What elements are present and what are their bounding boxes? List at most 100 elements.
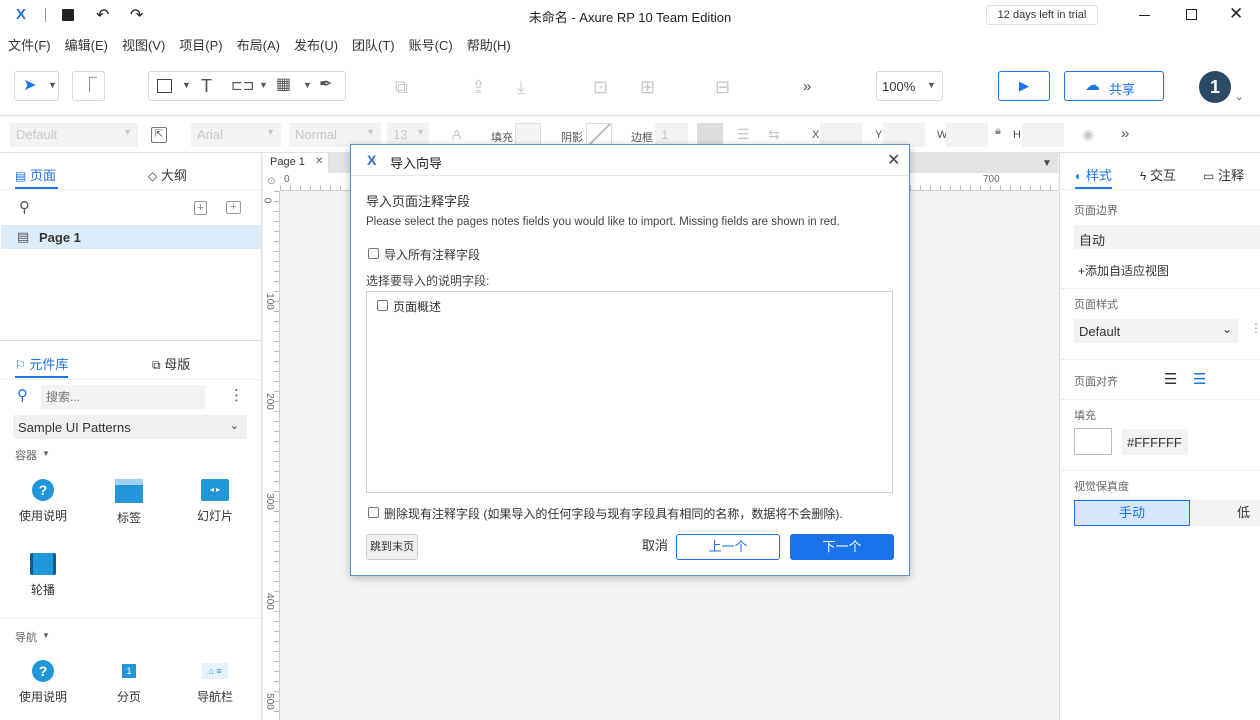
fidelity-manual-button[interactable]: 手动 (1074, 500, 1190, 526)
import-wizard-dialog: X 导入向导 ✕ 导入页面注释字段 Please select the page… (350, 144, 910, 576)
select-tool-button[interactable]: ➤ ▼ (14, 71, 59, 101)
delete-existing-label: 删除现有注释字段 (如果导入的任何字段与现有字段具有相同的名称，数据将不会删除)… (384, 507, 843, 521)
menu-team[interactable]: 团队(T) (352, 35, 395, 54)
lock-icon: ⊟ (715, 77, 731, 97)
style-editor-icon[interactable]: ⇱ (151, 127, 167, 143)
more-style-icon[interactable]: » (1121, 126, 1129, 141)
widget-instructions-2[interactable]: ? 使用说明 (13, 660, 73, 705)
import-all-label: 导入所有注释字段 (384, 248, 481, 262)
chevron-down-icon: ⌄ (1221, 322, 1232, 336)
text-icon[interactable]: T (201, 77, 212, 95)
dialog-close-icon[interactable]: ✕ (887, 150, 900, 170)
select-fields-label: 选择要导入的说明字段: (366, 274, 490, 288)
page-style-select[interactable]: Default ⌄ (1074, 319, 1238, 343)
widget-tabs[interactable]: 标签 (99, 479, 159, 526)
connector-tool-button[interactable]: ⎾ (72, 71, 105, 101)
close-tab-icon[interactable]: ✕ (315, 156, 323, 167)
section-container[interactable]: 容器 (15, 447, 37, 463)
toolbar: ➤ ▼ ⎾ ▼ T ⊏⊐ ▼ ▦ ▼ ✒ ⧉ ⇪ ⤓ ⊡ ⊞ ⊟ » 100% … (0, 58, 1260, 116)
chevron-down-icon: ⌄ (229, 420, 239, 432)
menu-help[interactable]: 帮助(H) (467, 35, 511, 54)
tab-outline[interactable]: ◇ 大纲 (148, 165, 187, 184)
tab-masters[interactable]: ⧉ 母版 (152, 354, 190, 373)
font-select: Arial ▼ (191, 123, 281, 147)
tab-notes[interactable]: ▭ 注释 (1203, 165, 1244, 184)
import-all-checkbox[interactable] (368, 248, 379, 259)
widget-instructions[interactable]: ? 使用说明 (13, 479, 73, 524)
menu-edit[interactable]: 编辑(E) (65, 35, 108, 54)
more-vertical-icon[interactable]: ⋮ (229, 388, 244, 403)
skip-to-end-button[interactable]: 跳到末页 (366, 534, 418, 560)
close-icon[interactable]: ✕ (1229, 4, 1243, 24)
add-folder-icon[interactable]: + (226, 201, 241, 214)
fidelity-low-button[interactable]: 低 (1190, 500, 1260, 526)
cancel-button[interactable]: 取消 (635, 534, 675, 560)
style-select: Default ▼ (10, 123, 138, 147)
x-label: X (812, 129, 820, 141)
tabs-menu-icon[interactable]: ▼ (1042, 158, 1052, 169)
menu-layout[interactable]: 布局(A) (237, 35, 280, 54)
preview-button[interactable]: ▶ (998, 71, 1050, 101)
tab-pages[interactable]: ▤ 页面 (15, 165, 58, 189)
aspect-lock-icon: 🔒︎ (995, 125, 1001, 137)
align-left-icon[interactable]: ☰ (1164, 370, 1177, 388)
lightning-icon: ϟ (1140, 169, 1147, 183)
insert-shapes-group: ▼ T ⊏⊐ ▼ ▦ ▼ ✒ (148, 71, 346, 101)
undo-icon[interactable]: ↶ (96, 5, 109, 25)
fill-color-swatch[interactable] (1074, 428, 1112, 455)
pen-icon[interactable]: ✒ (319, 77, 332, 93)
tab-library[interactable]: ⚐ 元件库 (15, 354, 69, 378)
save-icon[interactable] (62, 9, 74, 21)
page-align-label: 页面对齐 (1074, 376, 1118, 388)
style-editor-icon[interactable]: ⋮ (1250, 321, 1260, 335)
user-avatar[interactable]: 1 (1199, 71, 1231, 103)
maximize-icon[interactable] (1186, 9, 1197, 20)
play-icon: ▶ (1019, 78, 1029, 93)
widget-carousel[interactable]: 轮播 (13, 553, 73, 598)
minimize-icon[interactable] (1139, 15, 1150, 16)
menu-publish[interactable]: 发布(U) (294, 35, 338, 54)
share-button[interactable]: ☁ 共享 (1064, 71, 1164, 101)
section-nav[interactable]: 导航 (15, 629, 37, 645)
connector-icon: ⎾ (82, 77, 98, 94)
chevron-down-icon[interactable]: ⌄ (1235, 93, 1243, 103)
field-checkbox[interactable] (377, 300, 388, 311)
table-icon[interactable]: ▦ (276, 77, 291, 93)
redo-icon[interactable]: ↷ (130, 5, 143, 25)
tab-interactions[interactable]: ϟ 交互 (1140, 165, 1176, 184)
fill-hex-input[interactable]: #FFFFFF (1122, 429, 1188, 455)
widget-navbar[interactable]: ⌂ ≡ 导航栏 (185, 660, 245, 705)
previous-button[interactable]: 上一个 (676, 534, 780, 560)
menu-view[interactable]: 视图(V) (122, 35, 165, 54)
fill-label: 填充 (491, 132, 513, 144)
distribute-icon: ⊞ (640, 77, 656, 97)
input-icon[interactable]: ⊏⊐ (231, 78, 254, 92)
search-icon[interactable]: ⚲ (19, 200, 30, 215)
menu-account[interactable]: 账号(C) (409, 35, 453, 54)
library-search-input[interactable] (41, 385, 205, 409)
zoom-select[interactable]: 100% ▼ (876, 71, 943, 101)
align-icon: ⊡ (593, 77, 609, 97)
menu-file[interactable]: 文件(F) (8, 35, 51, 54)
next-button[interactable]: 下一个 (790, 534, 894, 560)
add-page-icon[interactable]: + (194, 201, 207, 215)
library-select[interactable]: Sample UI Patterns ⌄ (13, 415, 247, 439)
rectangle-icon[interactable] (157, 79, 172, 93)
window-title: 未命名 - Axure RP 10 Team Edition (528, 10, 732, 25)
tab-style[interactable]: ◐ 样式 (1075, 165, 1112, 189)
more-tools-icon[interactable]: » (803, 79, 811, 94)
menu-project[interactable]: 项目(P) (179, 35, 222, 54)
right-panel: ◐ 样式 ϟ 交互 ▭ 注释 页面边界 自动 +添加自适应视图 页面样式 Def… (1059, 153, 1260, 720)
add-adaptive-view-link[interactable]: +添加自适应视图 (1078, 262, 1169, 279)
page-list-item[interactable]: ▤ Page 1 (1, 225, 261, 249)
widget-pagination[interactable]: 1 分页 (99, 660, 159, 705)
page-name: Page 1 (39, 230, 81, 245)
slideshow-icon: ◂ ▸ (201, 479, 229, 501)
page-bound-select[interactable]: 自动 (1074, 225, 1260, 249)
align-center-icon[interactable]: ☰ (1193, 370, 1206, 388)
w-input (946, 123, 988, 147)
widget-slideshow[interactable]: ◂ ▸ 幻灯片 (185, 479, 245, 524)
axure-logo: X (16, 6, 27, 23)
delete-existing-checkbox[interactable] (368, 507, 379, 518)
tab-page1[interactable]: Page 1 ✕ (263, 153, 329, 173)
